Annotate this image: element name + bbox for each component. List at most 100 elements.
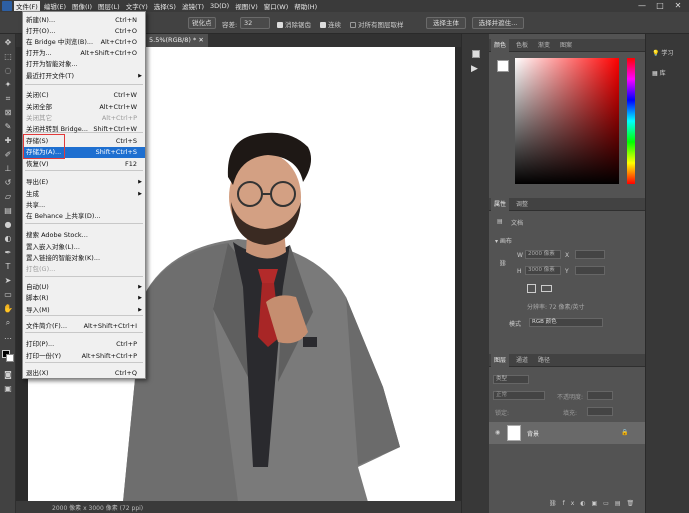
- move-tool-icon[interactable]: ✥: [3, 38, 13, 48]
- frame-tool-icon[interactable]: ⊠: [3, 108, 13, 118]
- select-subject-button[interactable]: 选择主体: [426, 17, 466, 29]
- eraser-tool-icon[interactable]: ▱: [3, 192, 13, 202]
- tab-channels[interactable]: 通道: [513, 354, 531, 367]
- hand-tool-icon[interactable]: ✋: [3, 304, 13, 314]
- path-selection-tool-icon[interactable]: ➤: [3, 276, 13, 286]
- menu-item-open[interactable]: 打开(O)... Ctrl+O: [23, 26, 145, 37]
- layer-kind-filter[interactable]: 类型: [493, 375, 529, 384]
- layer-actions-icons[interactable]: ⛓fx◐▣▭▤🗑: [549, 500, 640, 507]
- minimize-button[interactable]: —: [634, 0, 650, 12]
- menu-item-import[interactable]: 导入(M) ▶: [23, 305, 145, 316]
- zoom-tool-icon[interactable]: ⌕: [3, 318, 13, 328]
- menu-file[interactable]: 文件(F): [14, 1, 40, 11]
- menu-window[interactable]: 窗口(W): [262, 1, 291, 11]
- contiguous-checkbox[interactable]: 连续: [320, 19, 341, 29]
- menu-item-place-embedded[interactable]: 置入嵌入对象(L)...: [23, 242, 145, 253]
- menu-item-scripts[interactable]: 脚本(R) ▶: [23, 293, 145, 304]
- menu-item-close-all[interactable]: 关闭全部 Alt+Ctrl+W: [23, 102, 145, 113]
- close-tab-icon[interactable]: ✕: [198, 36, 203, 44]
- menu-image[interactable]: 图像(I): [70, 1, 94, 11]
- menu-item-browse-in-bridge[interactable]: 在 Bridge 中浏览(B)... Alt+Ctrl+O: [23, 37, 145, 48]
- menu-view[interactable]: 视图(V): [233, 1, 260, 11]
- x-input[interactable]: [575, 250, 605, 259]
- libraries-panel-button[interactable]: ▦ 库: [652, 68, 666, 77]
- menu-layer[interactable]: 图层(L): [96, 1, 122, 11]
- menu-item-exit[interactable]: 退出(X) Ctrl+Q: [23, 368, 145, 379]
- tab-paths[interactable]: 路径: [535, 354, 553, 367]
- document-tab[interactable]: 5.5%(RGB/8) * ✕: [145, 34, 208, 47]
- menu-item-new[interactable]: 新建(N)... Ctrl+N: [23, 15, 145, 26]
- menu-item-generate[interactable]: 生成 ▶: [23, 189, 145, 200]
- tolerance-input[interactable]: 32: [240, 17, 270, 29]
- menu-type[interactable]: 文字(Y): [124, 1, 150, 11]
- pen-tool-icon[interactable]: ✒: [3, 248, 13, 258]
- tab-patterns[interactable]: 图案: [557, 39, 575, 52]
- tab-properties[interactable]: 属性: [491, 198, 510, 211]
- lasso-tool-icon[interactable]: ◌: [3, 66, 13, 76]
- type-tool-icon[interactable]: T: [3, 262, 13, 272]
- brush-tool-icon[interactable]: ✐: [3, 150, 13, 160]
- hue-slider[interactable]: [627, 58, 635, 184]
- marquee-tool-icon[interactable]: ⬚: [3, 52, 13, 62]
- opacity-input[interactable]: [587, 391, 613, 400]
- menu-edit[interactable]: 编辑(E): [42, 1, 68, 11]
- clone-stamp-tool-icon[interactable]: ⊥: [3, 164, 13, 174]
- mode-select[interactable]: RGB 颜色: [529, 318, 603, 327]
- canvas-section-label[interactable]: ▾ 画布: [495, 236, 512, 245]
- blur-tool-icon[interactable]: ●: [3, 220, 13, 230]
- menu-item-search-adobe-stock[interactable]: 搜索 Adobe Stock...: [23, 230, 145, 241]
- more-tools-icon[interactable]: …: [3, 332, 13, 342]
- menu-item-recent-files[interactable]: 最近打开文件(T) ▶: [23, 71, 145, 82]
- color-field[interactable]: [515, 58, 619, 184]
- fill-input[interactable]: [587, 407, 613, 416]
- tab-color[interactable]: 颜色: [491, 39, 510, 52]
- menu-item-revert[interactable]: 恢复(V) F12: [23, 159, 145, 170]
- quick-mask-icon[interactable]: ◙: [3, 370, 13, 380]
- select-and-mask-button[interactable]: 选择并遮住...: [472, 17, 524, 29]
- width-input[interactable]: 2000 像素: [525, 250, 561, 259]
- layer-row[interactable]: ◉ 背景 🔒: [489, 422, 645, 444]
- y-input[interactable]: [575, 266, 605, 275]
- menu-item-open-as[interactable]: 打开为... Alt+Shift+Ctrl+O: [23, 48, 145, 59]
- link-icon[interactable]: ⛓: [499, 260, 507, 267]
- tab-adjustments[interactable]: 调整: [513, 198, 531, 211]
- menu-filter[interactable]: 滤镜(T): [180, 1, 206, 11]
- maximize-button[interactable]: □: [652, 0, 668, 12]
- menu-item-close[interactable]: 关闭(C) Ctrl+W: [23, 90, 145, 101]
- dodge-tool-icon[interactable]: ◐: [3, 234, 13, 244]
- anti-alias-checkbox[interactable]: 消除锯齿: [277, 19, 311, 29]
- learn-panel-button[interactable]: 💡 学习: [652, 48, 673, 57]
- tab-layers[interactable]: 图层: [491, 354, 510, 367]
- background-color-swatch[interactable]: [6, 354, 14, 362]
- rectangle-tool-icon[interactable]: ▭: [3, 290, 13, 300]
- gradient-tool-icon[interactable]: ▤: [3, 206, 13, 216]
- menu-item-print[interactable]: 打印(P)... Ctrl+P: [23, 339, 145, 350]
- foreground-swatch[interactable]: [497, 60, 509, 72]
- menu-item-place-linked[interactable]: 置入链接的智能对象(K)...: [23, 253, 145, 264]
- menu-item-file-info[interactable]: 文件简介(F)... Alt+Shift+Ctrl+I: [23, 321, 145, 332]
- tab-swatches[interactable]: 色板: [513, 39, 531, 52]
- menu-item-close-others[interactable]: 关闭其它 Alt+Ctrl+P: [23, 113, 145, 124]
- menu-3d[interactable]: 3D(D): [208, 2, 231, 10]
- healing-brush-tool-icon[interactable]: ✚: [3, 136, 13, 146]
- menu-item-package[interactable]: 打包(G)...: [23, 264, 145, 275]
- eyedropper-tool-icon[interactable]: ✎: [3, 122, 13, 132]
- landscape-orientation-icon[interactable]: [541, 285, 552, 292]
- close-button[interactable]: ✕: [670, 0, 686, 12]
- preset-select[interactable]: 锐化点: [188, 17, 216, 29]
- visibility-eye-icon[interactable]: ◉: [495, 429, 500, 436]
- menu-item-print-one-copy[interactable]: 打印一份(Y) Alt+Shift+Ctrl+P: [23, 351, 145, 362]
- portrait-orientation-icon[interactable]: [527, 284, 536, 293]
- magic-wand-tool-icon[interactable]: ✦: [3, 80, 13, 90]
- play-icon[interactable]: ▶: [471, 64, 478, 74]
- blend-mode-select[interactable]: 正常: [493, 391, 545, 400]
- tab-gradients[interactable]: 渐变: [535, 39, 553, 52]
- height-input[interactable]: 3000 像素: [525, 266, 561, 275]
- crop-tool-icon[interactable]: ⌗: [3, 94, 13, 104]
- color-swatch-icon[interactable]: [472, 50, 480, 58]
- menu-select[interactable]: 选择(S): [152, 1, 178, 11]
- history-brush-tool-icon[interactable]: ↺: [3, 178, 13, 188]
- screen-mode-icon[interactable]: ▣: [3, 384, 13, 394]
- menu-item-share[interactable]: 共享...: [23, 200, 145, 211]
- menu-help[interactable]: 帮助(H): [292, 1, 319, 11]
